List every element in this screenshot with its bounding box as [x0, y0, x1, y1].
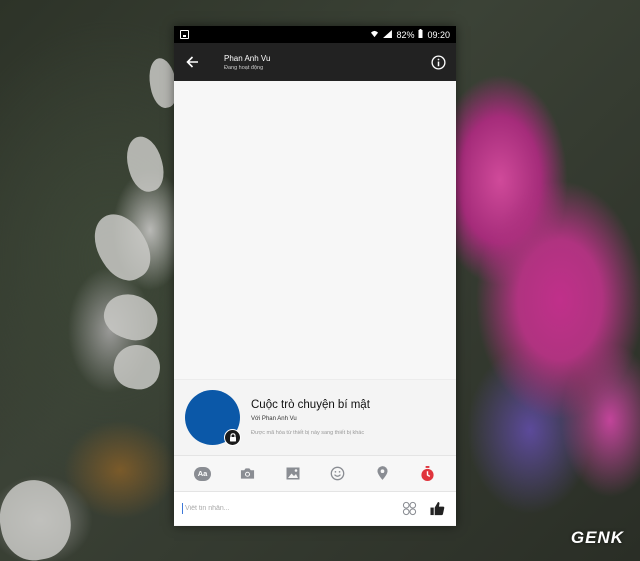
background-leaf [110, 341, 164, 393]
battery-icon [418, 29, 423, 40]
secret-conversation-card: Cuộc trò chuyện bí mật Với Phan Anh Vu Đ… [174, 379, 456, 455]
text-format-button[interactable]: Aa [191, 462, 215, 486]
gallery-notification-icon [180, 30, 189, 39]
composer-toolbar: Aa [174, 455, 456, 491]
back-arrow-icon[interactable] [182, 52, 202, 72]
background-leaf [83, 204, 161, 290]
gallery-icon[interactable] [281, 462, 305, 486]
thumbs-up-icon[interactable] [426, 498, 448, 520]
battery-percent: 82% [396, 29, 415, 40]
contact-title[interactable]: Phan Anh Vu Đang hoạt động [224, 54, 270, 71]
contact-status: Đang hoạt động [224, 64, 264, 71]
phone-screen: 82% 09:20 Phan Anh Vu Đang hoạt động Cuộ… [174, 26, 456, 526]
background-leaf [121, 132, 169, 196]
location-pin-icon[interactable] [371, 462, 395, 486]
secret-conversation-with: Với Phan Anh Vu [251, 416, 297, 422]
lock-icon [224, 429, 241, 446]
wifi-icon [370, 30, 379, 40]
avatar [185, 390, 241, 446]
camera-icon[interactable] [236, 462, 260, 486]
message-composer [174, 491, 456, 525]
signal-icon [383, 29, 393, 40]
contact-name: Phan Anh Vu [224, 53, 271, 63]
stickers-icon[interactable] [398, 498, 420, 520]
secret-conversation-title: Cuộc trò chuyện bí mật [251, 399, 370, 411]
timer-icon[interactable] [416, 462, 440, 486]
clock: 09:20 [427, 29, 450, 40]
conversation-header: Phan Anh Vu Đang hoạt động [174, 43, 456, 81]
message-list[interactable] [174, 81, 456, 379]
message-input[interactable] [182, 503, 392, 514]
watermark-logo: GENK [570, 528, 624, 547]
encryption-note: Được mã hóa từ thiết bị này sang thiết b… [251, 430, 365, 436]
background-leaf [98, 287, 164, 347]
background-leaf [0, 474, 77, 561]
info-icon[interactable] [428, 52, 448, 72]
status-bar: 82% 09:20 [174, 26, 456, 43]
text-format-label: Aa [194, 466, 211, 481]
emoji-icon[interactable] [326, 462, 350, 486]
